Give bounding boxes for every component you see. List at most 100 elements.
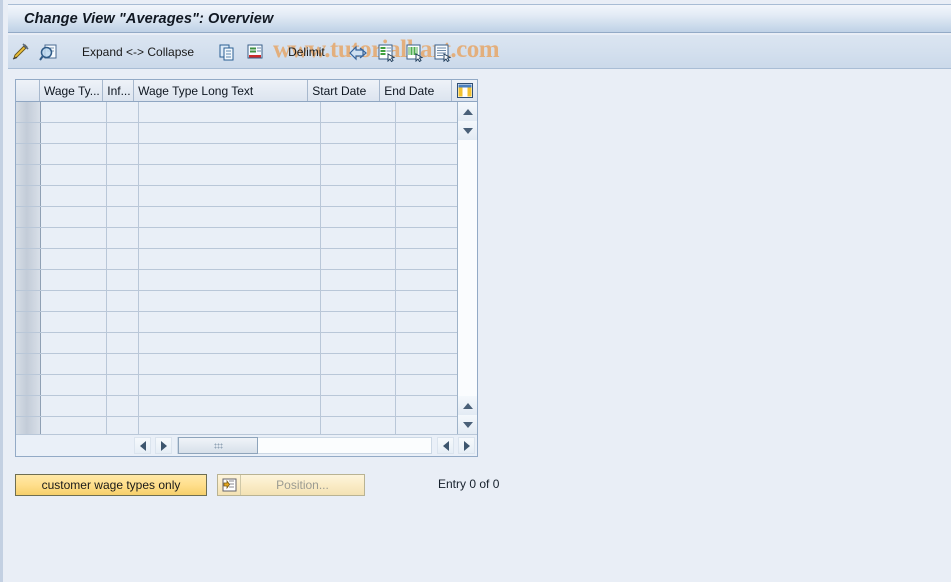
cell-wage_type[interactable] xyxy=(41,291,107,311)
hscroll-page-left-button[interactable] xyxy=(437,437,454,454)
table-row[interactable] xyxy=(16,144,477,165)
cell-infotype[interactable] xyxy=(107,375,139,395)
cell-infotype[interactable] xyxy=(107,417,139,434)
expand-collapse-button[interactable]: Expand <-> Collapse xyxy=(74,40,202,64)
cell-infotype[interactable] xyxy=(107,249,139,269)
column-header-end-date[interactable]: End Date xyxy=(380,80,452,101)
table-settings-icon[interactable] xyxy=(451,80,477,101)
row-selector[interactable] xyxy=(16,396,41,416)
cell-long_text[interactable] xyxy=(139,417,321,434)
cell-wage_type[interactable] xyxy=(41,375,107,395)
cell-wage_type[interactable] xyxy=(41,186,107,206)
copy-as-icon[interactable] xyxy=(214,40,240,64)
table-row[interactable] xyxy=(16,417,477,434)
column-header-start-date[interactable]: Start Date xyxy=(308,80,381,101)
cell-long_text[interactable] xyxy=(139,123,321,143)
cell-start_date[interactable] xyxy=(321,333,396,353)
cell-long_text[interactable] xyxy=(139,396,321,416)
cell-start_date[interactable] xyxy=(321,312,396,332)
cell-long_text[interactable] xyxy=(139,354,321,374)
select-block-icon[interactable] xyxy=(429,40,455,64)
cell-start_date[interactable] xyxy=(321,375,396,395)
cell-infotype[interactable] xyxy=(107,333,139,353)
table-row[interactable] xyxy=(16,354,477,375)
cell-long_text[interactable] xyxy=(139,165,321,185)
cell-infotype[interactable] xyxy=(107,228,139,248)
cell-start_date[interactable] xyxy=(321,354,396,374)
table-row[interactable] xyxy=(16,123,477,144)
row-selector[interactable] xyxy=(16,354,41,374)
cell-long_text[interactable] xyxy=(139,270,321,290)
change-entry-icon[interactable] xyxy=(8,40,34,64)
row-selector[interactable] xyxy=(16,186,41,206)
cell-wage_type[interactable] xyxy=(41,123,107,143)
cell-long_text[interactable] xyxy=(139,249,321,269)
table-row[interactable] xyxy=(16,102,477,123)
table-row[interactable] xyxy=(16,375,477,396)
row-selector[interactable] xyxy=(16,333,41,353)
row-selector[interactable] xyxy=(16,102,41,122)
cell-start_date[interactable] xyxy=(321,102,396,122)
delete-row-icon[interactable] xyxy=(242,40,268,64)
row-selector[interactable] xyxy=(16,312,41,332)
cell-start_date[interactable] xyxy=(321,417,396,434)
cell-infotype[interactable] xyxy=(107,207,139,227)
hscroll-thumb[interactable] xyxy=(178,437,258,454)
column-header-long-text[interactable]: Wage Type Long Text xyxy=(134,80,309,101)
cell-wage_type[interactable] xyxy=(41,144,107,164)
horizontal-scrollbar[interactable] xyxy=(16,434,477,456)
row-selector[interactable] xyxy=(16,207,41,227)
cell-infotype[interactable] xyxy=(107,354,139,374)
cell-wage_type[interactable] xyxy=(41,102,107,122)
table-row[interactable] xyxy=(16,249,477,270)
cell-wage_type[interactable] xyxy=(41,249,107,269)
hscroll-right-button[interactable] xyxy=(155,437,172,454)
cell-wage_type[interactable] xyxy=(41,270,107,290)
table-row[interactable] xyxy=(16,396,477,417)
row-selector[interactable] xyxy=(16,228,41,248)
table-row[interactable] xyxy=(16,207,477,228)
scroll-page-up-button[interactable] xyxy=(458,396,477,415)
row-selector[interactable] xyxy=(16,375,41,395)
row-selector[interactable] xyxy=(16,165,41,185)
cell-start_date[interactable] xyxy=(321,186,396,206)
cell-infotype[interactable] xyxy=(107,123,139,143)
cell-long_text[interactable] xyxy=(139,144,321,164)
row-selector[interactable] xyxy=(16,144,41,164)
deselect-all-icon[interactable] xyxy=(401,40,427,64)
delimit-button[interactable]: Delimit xyxy=(280,40,333,64)
cell-long_text[interactable] xyxy=(139,375,321,395)
hscroll-page-right-button[interactable] xyxy=(458,437,475,454)
cell-long_text[interactable] xyxy=(139,186,321,206)
row-selector[interactable] xyxy=(16,270,41,290)
hscroll-track[interactable] xyxy=(177,437,432,454)
cell-long_text[interactable] xyxy=(139,228,321,248)
cell-wage_type[interactable] xyxy=(41,165,107,185)
cell-long_text[interactable] xyxy=(139,333,321,353)
cell-wage_type[interactable] xyxy=(41,312,107,332)
cell-long_text[interactable] xyxy=(139,291,321,311)
cell-infotype[interactable] xyxy=(107,291,139,311)
cell-start_date[interactable] xyxy=(321,249,396,269)
cell-start_date[interactable] xyxy=(321,270,396,290)
cell-infotype[interactable] xyxy=(107,144,139,164)
cell-wage_type[interactable] xyxy=(41,333,107,353)
hscroll-left-button[interactable] xyxy=(134,437,151,454)
cell-start_date[interactable] xyxy=(321,165,396,185)
cell-wage_type[interactable] xyxy=(41,207,107,227)
row-selector[interactable] xyxy=(16,123,41,143)
table-row[interactable] xyxy=(16,186,477,207)
table-row[interactable] xyxy=(16,333,477,354)
row-selector[interactable] xyxy=(16,249,41,269)
cell-start_date[interactable] xyxy=(321,291,396,311)
cell-wage_type[interactable] xyxy=(41,417,107,434)
row-selector[interactable] xyxy=(16,417,41,434)
column-header-wage-type[interactable]: Wage Ty... xyxy=(39,80,104,101)
table-row[interactable] xyxy=(16,270,477,291)
cell-infotype[interactable] xyxy=(107,396,139,416)
display-details-icon[interactable] xyxy=(36,40,62,64)
select-all-icon[interactable] xyxy=(373,40,399,64)
table-row[interactable] xyxy=(16,165,477,186)
cell-infotype[interactable] xyxy=(107,165,139,185)
cell-start_date[interactable] xyxy=(321,228,396,248)
